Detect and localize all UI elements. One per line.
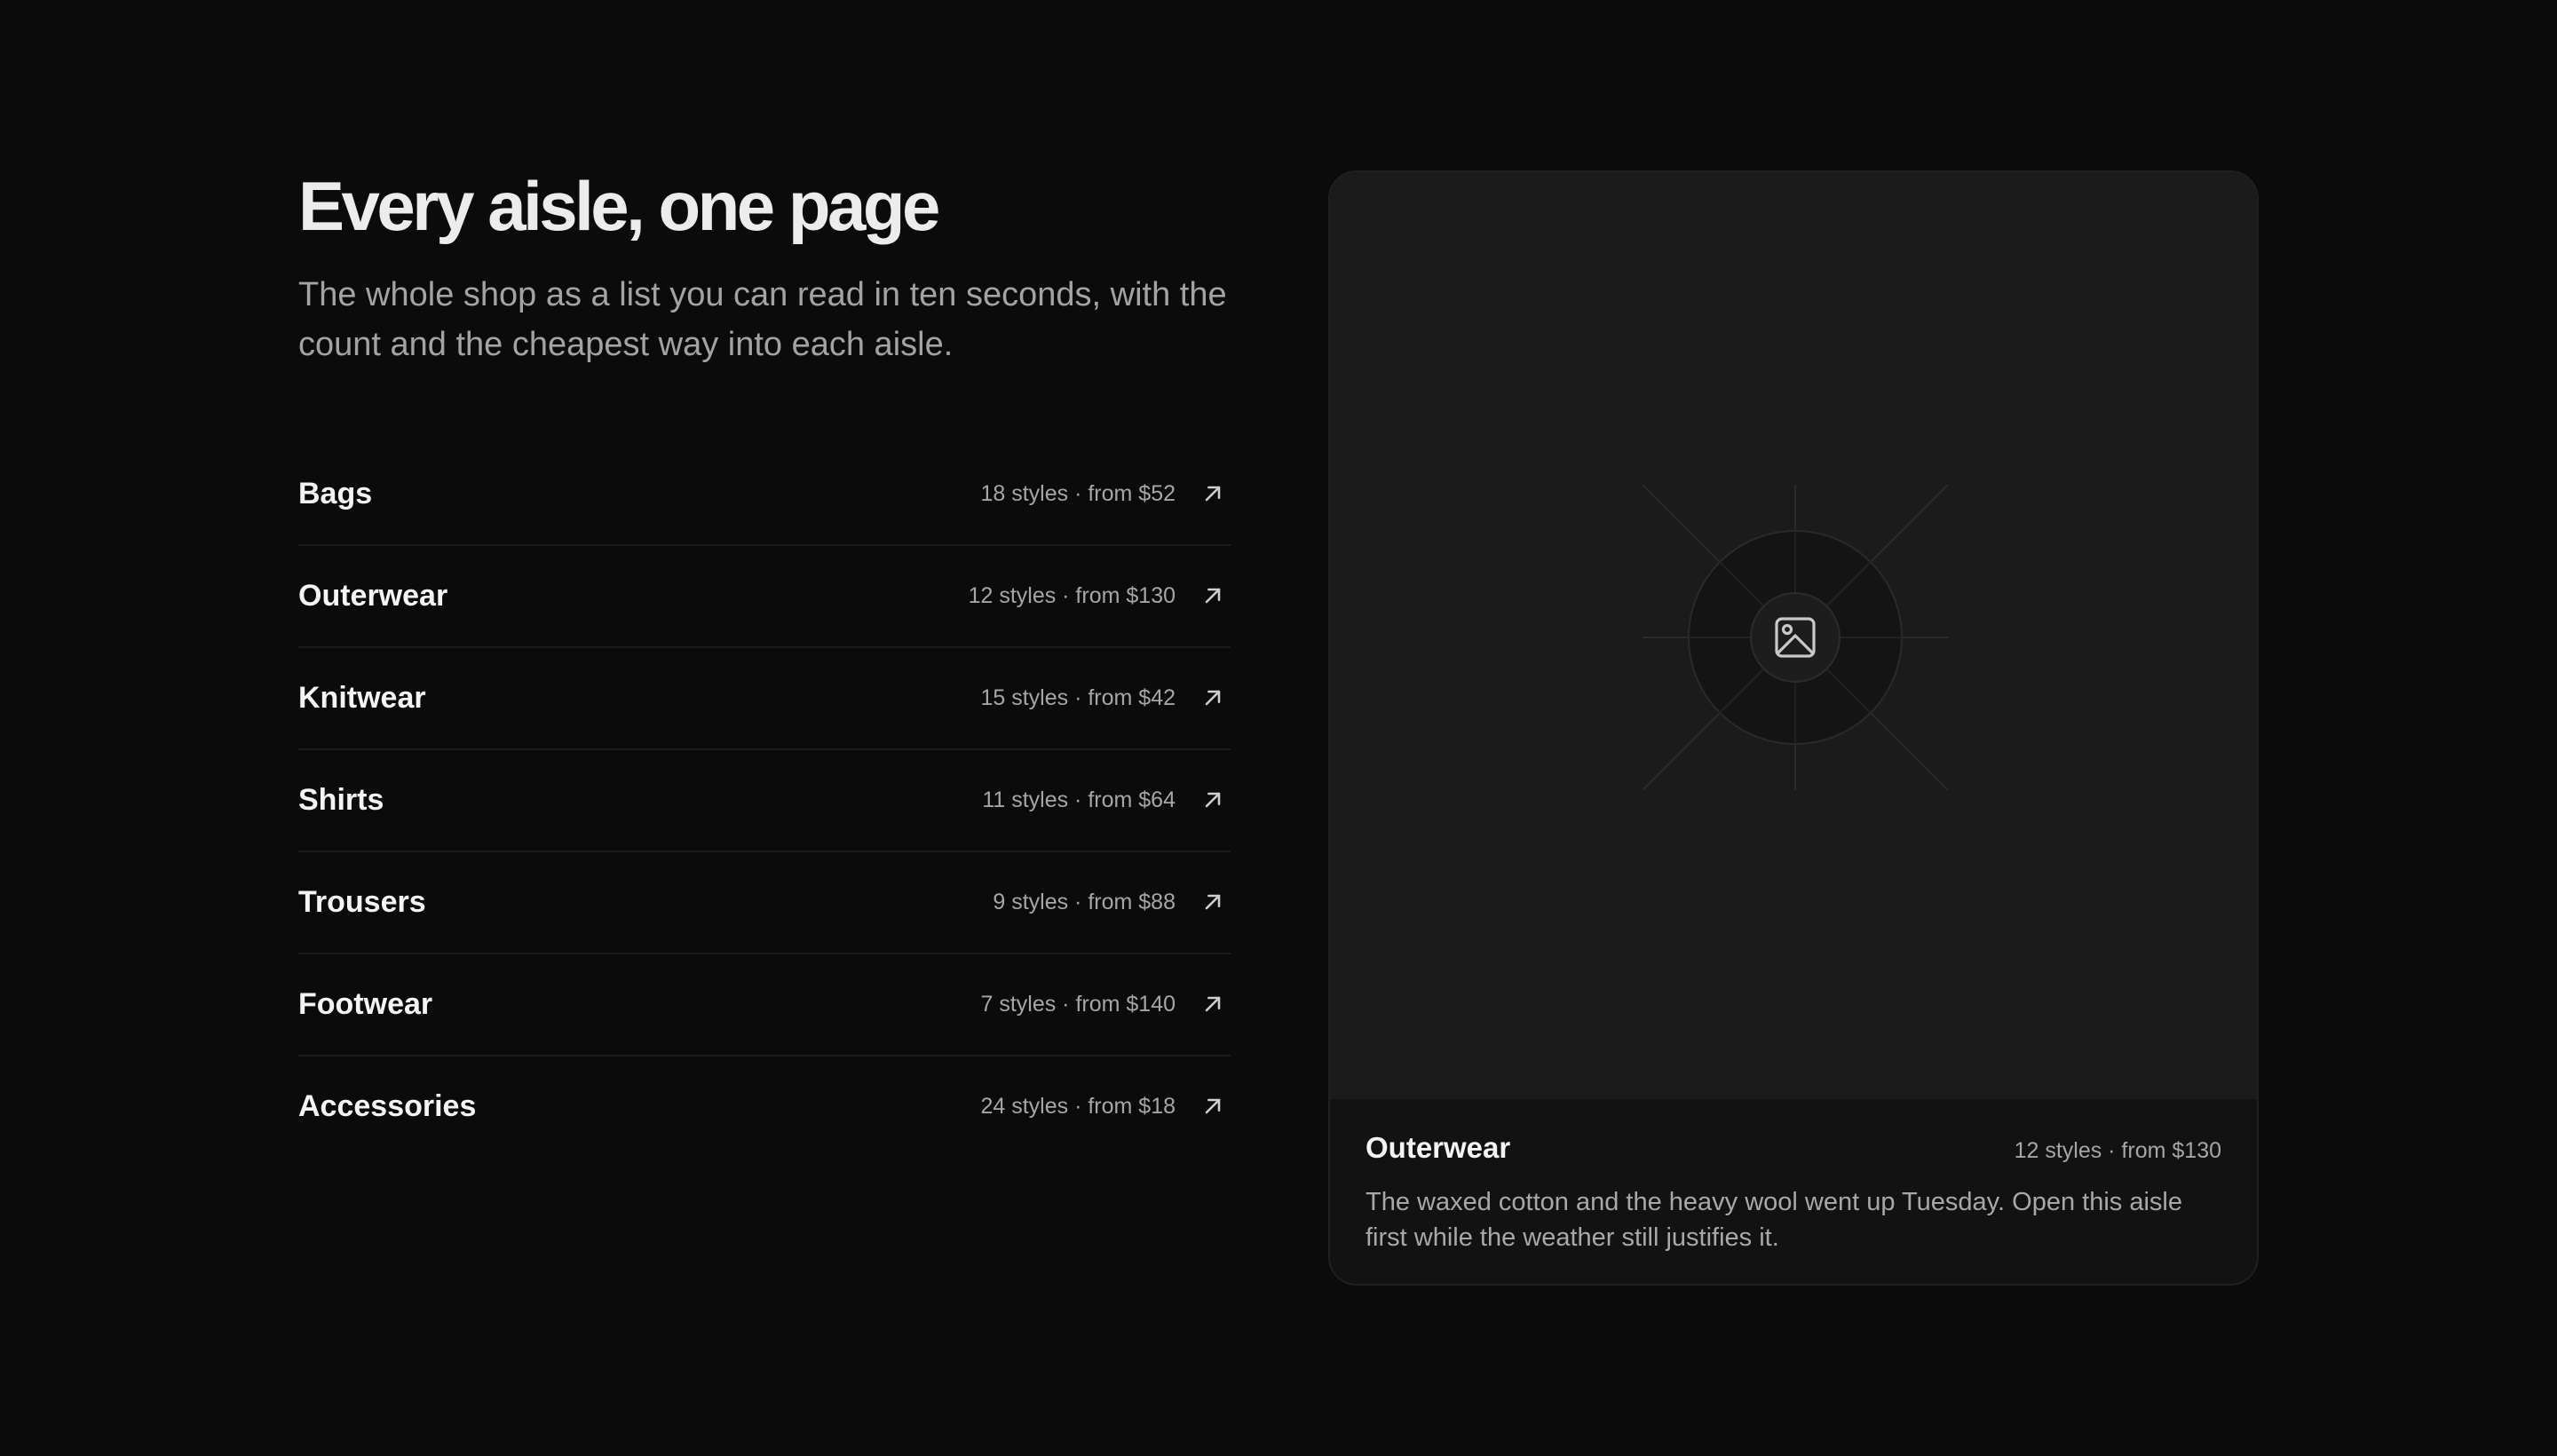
arrow-up-right-icon[interactable]: [1200, 1094, 1225, 1119]
page-title: Every aisle, one page: [298, 167, 940, 245]
aisle-meta: 24 styles · from $18: [980, 1093, 1176, 1119]
aisle-name: Footwear: [298, 986, 433, 1021]
arrow-up-right-icon[interactable]: [1200, 583, 1225, 608]
preview-meta: 12 styles · from $130: [2014, 1138, 2221, 1163]
aisle-name: Trousers: [298, 884, 426, 919]
aisle-name: Bags: [298, 476, 373, 510]
aisle-right: 11 styles · from $64: [982, 787, 1231, 813]
aisle-right: 24 styles · from $18: [980, 1094, 1231, 1120]
aisle-overview: Every aisle, one page The whole shop as …: [298, 165, 1231, 1157]
aisle-meta: 11 styles · from $64: [982, 787, 1176, 812]
aisle-name: Knitwear: [298, 680, 426, 715]
aisle-row-outerwear[interactable]: Outerwear 12 styles · from $130: [298, 546, 1231, 648]
preview-header: Outerwear 12 styles · from $130: [1366, 1131, 2221, 1165]
aisle-right: 18 styles · from $52: [980, 481, 1231, 507]
aisle-meta: 9 styles · from $88: [993, 889, 1176, 914]
aisle-row-shirts[interactable]: Shirts 11 styles · from $64: [298, 750, 1231, 852]
aisle-row-bags[interactable]: Bags 18 styles · from $52: [298, 444, 1231, 546]
aisle-name: Outerwear: [298, 578, 448, 613]
aisle-list: Bags 18 styles · from $52 Outerwear 12 s…: [298, 444, 1231, 1157]
preview-info: Outerwear 12 styles · from $130 The waxe…: [1330, 1099, 2257, 1284]
aisle-name: Accessories: [298, 1088, 477, 1123]
arrow-up-right-icon[interactable]: [1200, 787, 1225, 812]
aisle-row-knitwear[interactable]: Knitwear 15 styles · from $42: [298, 648, 1231, 750]
arrow-up-right-icon[interactable]: [1200, 890, 1225, 914]
arrow-up-right-icon[interactable]: [1200, 685, 1225, 710]
aisle-meta: 12 styles · from $130: [968, 582, 1176, 608]
aisle-meta: 15 styles · from $42: [980, 684, 1176, 710]
aisle-meta: 18 styles · from $52: [980, 480, 1176, 506]
aisle-name: Shirts: [298, 782, 384, 817]
preview-title: Outerwear: [1366, 1131, 1511, 1164]
aisle-row-footwear[interactable]: Footwear 7 styles · from $140: [298, 954, 1231, 1056]
arrow-up-right-icon[interactable]: [1200, 992, 1225, 1017]
preview-image-area: [1330, 172, 2257, 1099]
aisle-right: 12 styles · from $130: [969, 583, 1231, 609]
preview-description: The waxed cotton and the heavy wool went…: [1366, 1188, 2182, 1252]
arrow-up-right-icon[interactable]: [1200, 481, 1225, 506]
aisle-meta: 7 styles · from $140: [980, 991, 1176, 1017]
aisle-right: 7 styles · from $140: [980, 992, 1231, 1017]
aisle-right: 9 styles · from $88: [993, 890, 1231, 915]
page-subtitle: The whole shop as a list you can read in…: [298, 275, 1227, 363]
aisle-row-trousers[interactable]: Trousers 9 styles · from $88: [298, 852, 1231, 954]
aisle-right: 15 styles · from $42: [980, 685, 1231, 711]
aisle-preview-card[interactable]: Outerwear 12 styles · from $130 The waxe…: [1328, 170, 2259, 1286]
aisle-row-accessories[interactable]: Accessories 24 styles · from $18: [298, 1056, 1231, 1157]
image-placeholder-icon: [1643, 485, 1948, 790]
